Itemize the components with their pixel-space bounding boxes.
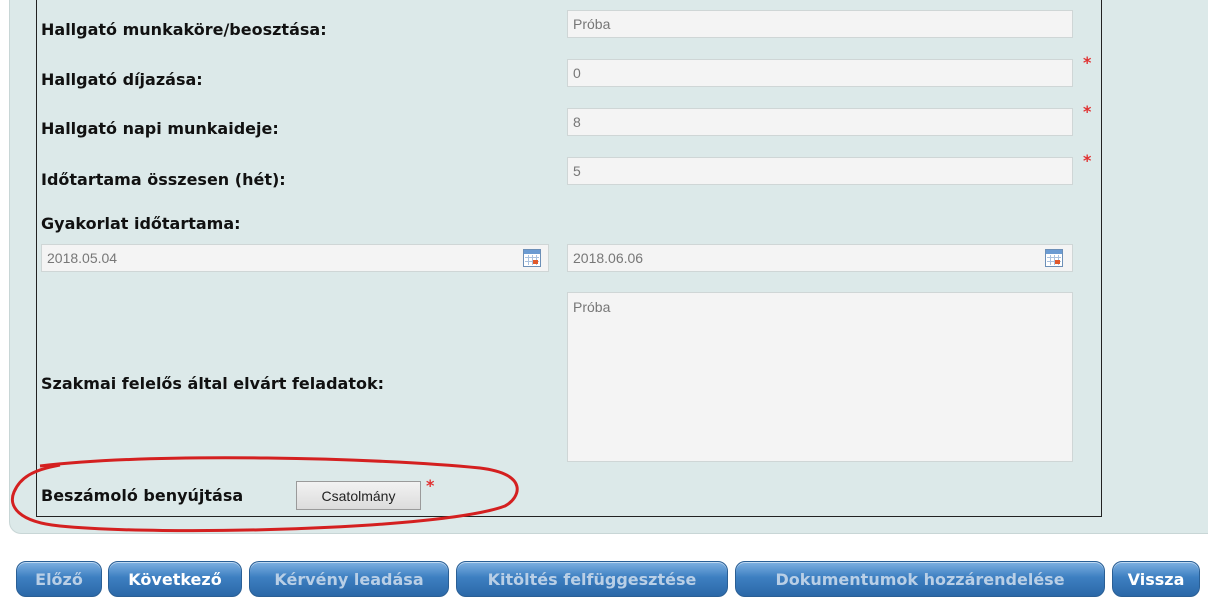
highlight-ellipse bbox=[11, 456, 519, 533]
suspend-button[interactable]: Kitöltés felfüggesztése bbox=[456, 561, 728, 597]
submit-request-button[interactable]: Kérvény leadása bbox=[249, 561, 449, 597]
back-button[interactable]: Vissza bbox=[1112, 561, 1200, 597]
assign-documents-button[interactable]: Dokumentumok hozzárendelése bbox=[735, 561, 1105, 597]
next-button[interactable]: Következő bbox=[108, 561, 242, 597]
prev-button[interactable]: Előző bbox=[16, 561, 102, 597]
